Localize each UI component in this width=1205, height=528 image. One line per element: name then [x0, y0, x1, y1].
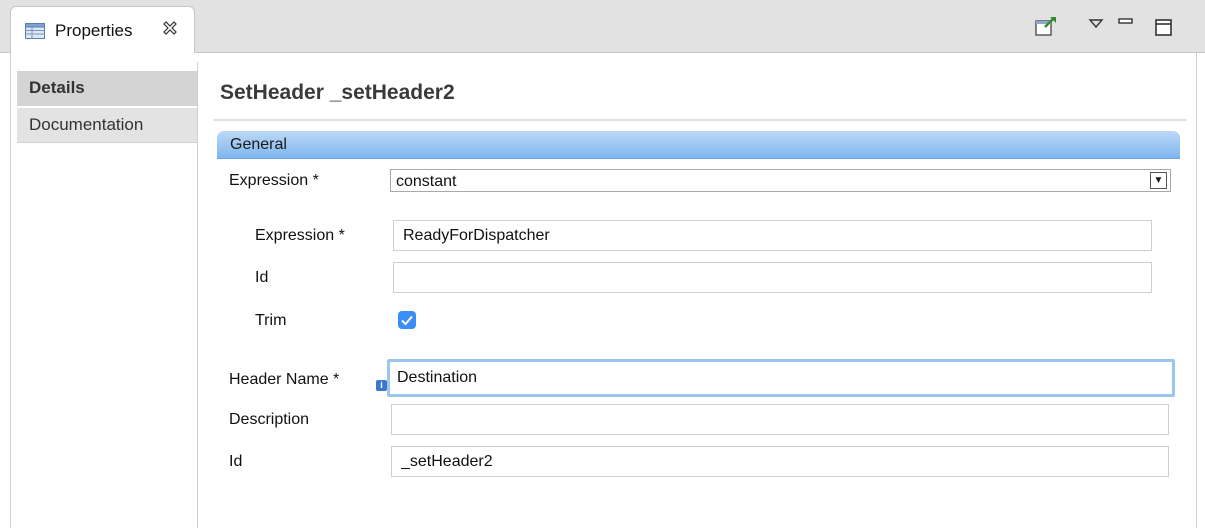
tab-documentation[interactable]: Documentation	[17, 108, 197, 143]
header-name-input[interactable]	[390, 362, 1172, 394]
page-title: SetHeader _setHeader2	[220, 81, 455, 104]
sub-expression-input[interactable]	[394, 221, 1151, 250]
side-tabs-divider	[197, 62, 198, 528]
expression-type-label: Expression *	[229, 172, 319, 189]
minimize-button[interactable]	[1117, 14, 1135, 38]
sub-expression-label: Expression *	[255, 227, 345, 244]
sub-id-field[interactable]	[393, 262, 1152, 293]
properties-table-icon	[25, 23, 45, 39]
view-menu-icon	[1088, 19, 1104, 29]
view-menu-button[interactable]	[1088, 14, 1104, 38]
view-tab-title: Properties	[55, 21, 133, 40]
content-left-border	[10, 53, 11, 528]
properties-view-tab[interactable]: Properties	[10, 6, 195, 54]
expression-type-value: constant	[396, 173, 457, 190]
view-tab-bar: Properties	[0, 0, 1205, 54]
description-label: Description	[229, 411, 310, 428]
dropdown-arrow-icon[interactable]: ▼	[1150, 172, 1167, 189]
properties-side-tabs: Details Documentation	[17, 71, 197, 528]
header-name-field[interactable]	[387, 359, 1175, 397]
id-label: Id	[229, 453, 243, 470]
pin-editor-button[interactable]	[1034, 14, 1058, 38]
trim-label: Trim	[255, 312, 287, 329]
sub-id-input[interactable]	[394, 263, 1151, 292]
title-divider	[213, 119, 1187, 121]
sub-id-label: Id	[255, 269, 269, 286]
properties-content: Details Documentation SetHeader _setHead…	[0, 53, 1205, 528]
checkmark-icon	[401, 315, 413, 326]
id-field[interactable]	[391, 446, 1169, 477]
general-section-label: General	[230, 136, 287, 153]
description-input[interactable]	[392, 405, 1168, 434]
pin-editor-icon	[1035, 17, 1056, 36]
info-decoration-icon: i	[376, 380, 387, 391]
header-name-label: Header Name *	[229, 371, 340, 388]
general-section-header[interactable]: General	[217, 131, 1180, 159]
content-right-border	[1196, 53, 1197, 528]
tab-details[interactable]: Details	[17, 71, 197, 106]
id-input[interactable]	[392, 447, 1168, 476]
minimize-icon	[1118, 18, 1133, 24]
maximize-button[interactable]	[1154, 14, 1174, 38]
sub-expression-field[interactable]	[393, 220, 1152, 251]
maximize-icon	[1155, 19, 1172, 36]
close-icon[interactable]	[161, 20, 179, 38]
expression-type-select[interactable]: constant ▼	[390, 169, 1171, 192]
description-field[interactable]	[391, 404, 1169, 435]
trim-checkbox[interactable]	[398, 311, 416, 329]
